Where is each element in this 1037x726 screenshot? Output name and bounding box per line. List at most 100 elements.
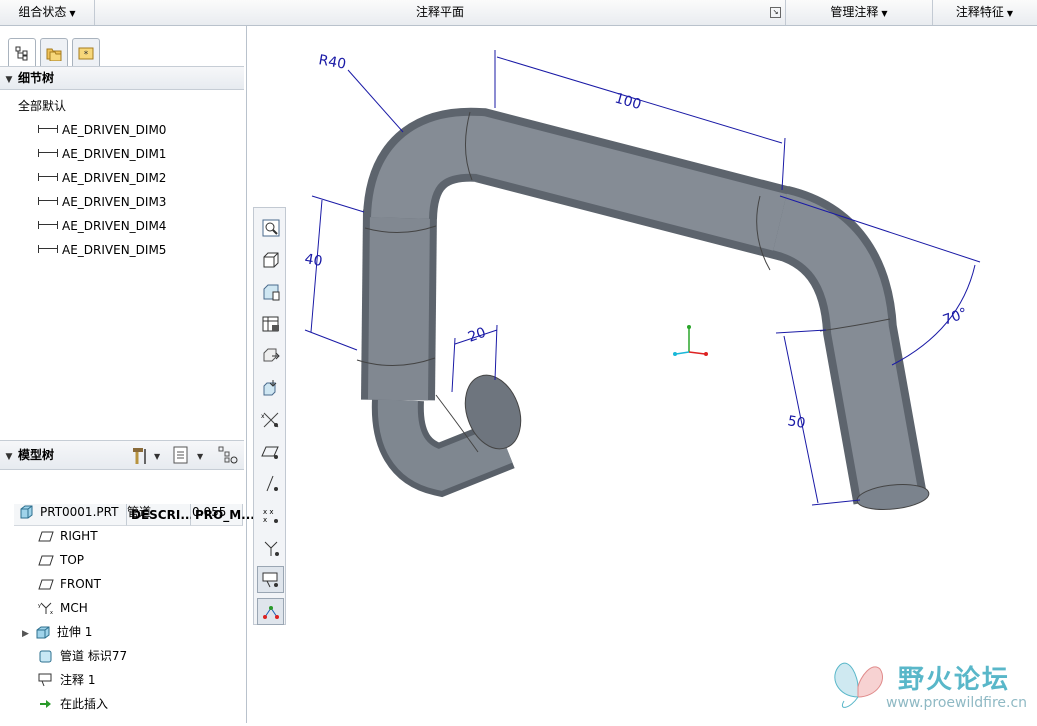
axis-display-icon: x bbox=[261, 412, 278, 427]
svg-text:▼: ▼ bbox=[154, 452, 160, 461]
chevron-down-icon: ▼ bbox=[69, 9, 76, 18]
tree-cell-pro-mass: 0.055 bbox=[192, 505, 227, 519]
chevron-down-icon: ▼ bbox=[1006, 9, 1014, 18]
dimension-icon bbox=[38, 124, 58, 133]
detail-tree-item[interactable]: AE_DRIVEN_DIM0 bbox=[38, 118, 166, 142]
manage-annotations-menu[interactable]: 管理注释 ▼ bbox=[786, 0, 933, 25]
dim-small[interactable]: 20 bbox=[466, 325, 488, 346]
tree-row-insert-here[interactable]: 在此插入 bbox=[38, 692, 108, 716]
annotation-ribbon: 组合状态 ▼ 注释平面 ↘ 管理注释 ▼ 注释特征 ▼ bbox=[0, 0, 1037, 26]
expand-arrow-icon[interactable]: ▶ bbox=[22, 629, 29, 639]
show-list-icon[interactable]: ▼ bbox=[172, 445, 206, 475]
dimension-icon bbox=[38, 172, 58, 181]
coordinate-system-icon: yx bbox=[38, 602, 53, 615]
display-style-icon bbox=[263, 284, 279, 300]
model-tree-header[interactable]: ▼ 模型树 ▼ ▼ bbox=[0, 440, 244, 470]
view-manager-button[interactable] bbox=[257, 310, 284, 337]
tree-row-label: 拉伸 1 bbox=[56, 625, 93, 639]
svg-text:x x: x x bbox=[263, 508, 274, 516]
detail-tree-item[interactable]: AE_DRIVEN_DIM5 bbox=[38, 238, 166, 262]
tree-row-front[interactable]: FRONT bbox=[38, 572, 101, 596]
collapse-arrow-icon[interactable]: ▼ bbox=[0, 69, 18, 91]
display-style-button[interactable] bbox=[257, 278, 284, 305]
annotation-display-button[interactable] bbox=[257, 566, 284, 593]
tree-row-pipe[interactable]: 管道 标识77 bbox=[38, 644, 127, 668]
dim-height-left[interactable]: 40 bbox=[303, 251, 323, 270]
axis-display-button[interactable] bbox=[257, 470, 284, 497]
view-toolbar: x x xx bbox=[253, 207, 286, 625]
settings-tools-icon[interactable]: ▼ bbox=[130, 445, 161, 475]
csys-display-button[interactable] bbox=[257, 534, 284, 561]
detail-tree-item-label: AE_DRIVEN_DIM1 bbox=[62, 147, 167, 161]
datum-plane-icon bbox=[38, 555, 54, 565]
plane-display-button[interactable] bbox=[257, 438, 284, 465]
combined-state-menu[interactable]: 组合状态 ▼ bbox=[0, 0, 95, 25]
detail-tree-header[interactable]: ▼ 细节树 bbox=[0, 66, 244, 90]
spin-center-icon bbox=[263, 379, 276, 395]
detail-tree-item-label: AE_DRIVEN_DIM2 bbox=[62, 171, 167, 185]
tree-cell-description: 管道 bbox=[127, 505, 152, 519]
annotation-icon bbox=[38, 673, 52, 686]
svg-text:x: x bbox=[50, 610, 53, 615]
dim-length-top[interactable]: 100 bbox=[613, 90, 643, 113]
detail-tree-item-label: AE_DRIVEN_DIM5 bbox=[62, 243, 167, 257]
left-height-dimension-lines bbox=[304, 195, 365, 351]
svg-text:*: * bbox=[84, 50, 89, 60]
chevron-down-icon: ▼ bbox=[881, 9, 888, 18]
detail-tree-root[interactable]: 全部默认 bbox=[18, 94, 66, 118]
folder-icon bbox=[46, 48, 62, 61]
radius-leader-line bbox=[347, 69, 404, 133]
network-display-button[interactable] bbox=[257, 598, 284, 625]
tree-row-extrude[interactable]: ▶ 拉伸 1 bbox=[22, 620, 92, 644]
part-icon bbox=[20, 505, 33, 518]
svg-text:x: x bbox=[261, 413, 265, 420]
annotation-plane-label: 注释平面 bbox=[415, 5, 464, 19]
tree-row-part[interactable]: PRT0001.PRT bbox=[18, 500, 118, 524]
datum-axis-display-button[interactable]: x bbox=[257, 406, 284, 433]
datum-plane-icon bbox=[38, 579, 54, 589]
perspective-button[interactable] bbox=[257, 342, 284, 369]
saved-orientations-button[interactable] bbox=[257, 246, 284, 273]
refit-button[interactable] bbox=[257, 214, 284, 241]
tree-row-label: RIGHT bbox=[60, 529, 98, 543]
spin-center-button[interactable] bbox=[257, 374, 284, 401]
detail-tree-item[interactable]: AE_DRIVEN_DIM2 bbox=[38, 166, 166, 190]
dim-height-right[interactable]: 50 bbox=[786, 413, 806, 432]
tab-tree[interactable] bbox=[8, 38, 36, 67]
tab-favorites[interactable]: * bbox=[72, 38, 100, 66]
dialog-launcher-icon[interactable]: ↘ bbox=[770, 7, 781, 18]
tree-row-label: 在此插入 bbox=[60, 697, 109, 711]
detail-tree-item-label: AE_DRIVEN_DIM4 bbox=[62, 219, 167, 233]
tree-row-label: 注释 1 bbox=[60, 673, 96, 687]
plane-display-icon bbox=[260, 446, 279, 459]
dim-radius[interactable]: R40 bbox=[317, 52, 347, 73]
model-view[interactable]: R40 100 40 20 70° 50 bbox=[247, 26, 1037, 723]
datum-plane-icon bbox=[38, 531, 54, 541]
insert-here-icon bbox=[40, 699, 51, 708]
detail-tree-item[interactable]: AE_DRIVEN_DIM1 bbox=[38, 142, 166, 166]
annotation-plane-group[interactable]: 注释平面 ↘ bbox=[95, 0, 786, 25]
svg-text:x: x bbox=[263, 516, 267, 524]
tree-row-label: 管道 标识77 bbox=[60, 649, 128, 663]
detail-tree-item[interactable]: AE_DRIVEN_DIM3 bbox=[38, 190, 166, 214]
forum-watermark: 野火论坛 www.proewildfire.cn bbox=[828, 657, 1033, 717]
tab-folders[interactable] bbox=[40, 38, 68, 66]
pipe-body[interactable] bbox=[356, 107, 930, 513]
tree-row-annotation[interactable]: 注释 1 bbox=[38, 668, 95, 692]
tree-row-label: TOP bbox=[60, 553, 85, 567]
tree-row-top[interactable]: TOP bbox=[38, 548, 84, 572]
collapse-arrow-icon[interactable]: ▼ bbox=[0, 443, 18, 471]
tree-row-mch[interactable]: y x MCH bbox=[38, 596, 88, 620]
detail-tree-item[interactable]: AE_DRIVEN_DIM4 bbox=[38, 214, 166, 238]
point-display-button[interactable]: x xx bbox=[257, 502, 284, 529]
tree-row-right[interactable]: RIGHT bbox=[38, 524, 98, 548]
graphics-window[interactable]: R40 100 40 20 70° 50 bbox=[247, 26, 1037, 723]
butterfly-logo-icon bbox=[834, 662, 883, 708]
tree-filter-icon[interactable] bbox=[217, 445, 239, 475]
watermark-url: www.proewildfire.cn bbox=[886, 695, 1028, 711]
tree-row-label: MCH bbox=[60, 601, 88, 615]
annotation-features-menu[interactable]: 注释特征 ▼ bbox=[933, 0, 1036, 25]
dimension-icon bbox=[38, 220, 58, 229]
detail-tree-title: 细节树 bbox=[18, 71, 55, 85]
dim-angle[interactable]: 70° bbox=[941, 305, 970, 329]
